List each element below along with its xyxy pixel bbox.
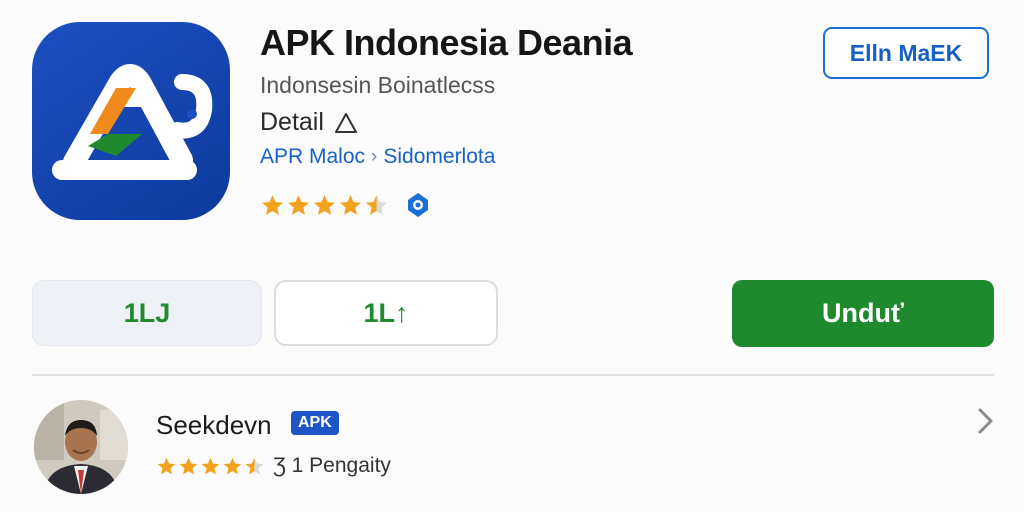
chevron-right-icon [978, 408, 993, 434]
breadcrumb-item-2[interactable]: Sidomerlota [383, 145, 495, 169]
action-button-1[interactable]: 1LJ [32, 280, 262, 346]
developer-name: Seekdevn [156, 410, 272, 440]
action-button-1-glyph: 1LJ [123, 297, 171, 328]
breadcrumb: APR Maloc › Sidomerlota [260, 145, 495, 169]
verified-badge-icon [408, 193, 428, 217]
detail-label: Detail [260, 108, 324, 136]
star-icon [340, 194, 361, 215]
breadcrumb-item-1[interactable]: APR Maloc [260, 145, 365, 169]
star-icon [288, 194, 309, 215]
detail-row[interactable]: Detail [260, 108, 358, 137]
developer-badge: APK [291, 411, 339, 435]
developer-rating: Ʒ 1 Pengaity [156, 454, 391, 478]
star-icon [157, 457, 176, 474]
rating-stars [260, 193, 389, 218]
chevron-right-icon: › [371, 146, 378, 167]
download-button[interactable]: Unduť [732, 280, 994, 347]
app-rating [260, 190, 433, 220]
developer-row[interactable]: Seekdevn APK Ʒ 1 Pengaity [0, 392, 1024, 502]
star-icon [366, 194, 387, 215]
star-icon [314, 194, 335, 215]
star-icon [179, 457, 198, 474]
star-icon [223, 457, 242, 474]
divider [32, 374, 994, 376]
avatar [34, 400, 128, 494]
apk-logo-icon [52, 64, 213, 180]
app-title: APK Indonesia Deania [260, 22, 633, 63]
star-icon [262, 194, 283, 215]
developer-rating-text: Ʒ 1 Pengaity [273, 454, 391, 477]
star-icon [245, 457, 264, 474]
star-icon [201, 457, 220, 474]
developer-rating-stars [156, 456, 265, 477]
app-icon [32, 22, 230, 220]
top-action-button[interactable]: Elln MaEK [823, 27, 989, 79]
developer-photo [34, 400, 128, 494]
action-button-2[interactable]: 1L↑ [274, 280, 498, 346]
app-subtitle: Indonsesin Boinatlecss [260, 72, 496, 98]
warning-icon [334, 112, 357, 133]
action-button-2-glyph: 1L↑ [363, 297, 409, 328]
